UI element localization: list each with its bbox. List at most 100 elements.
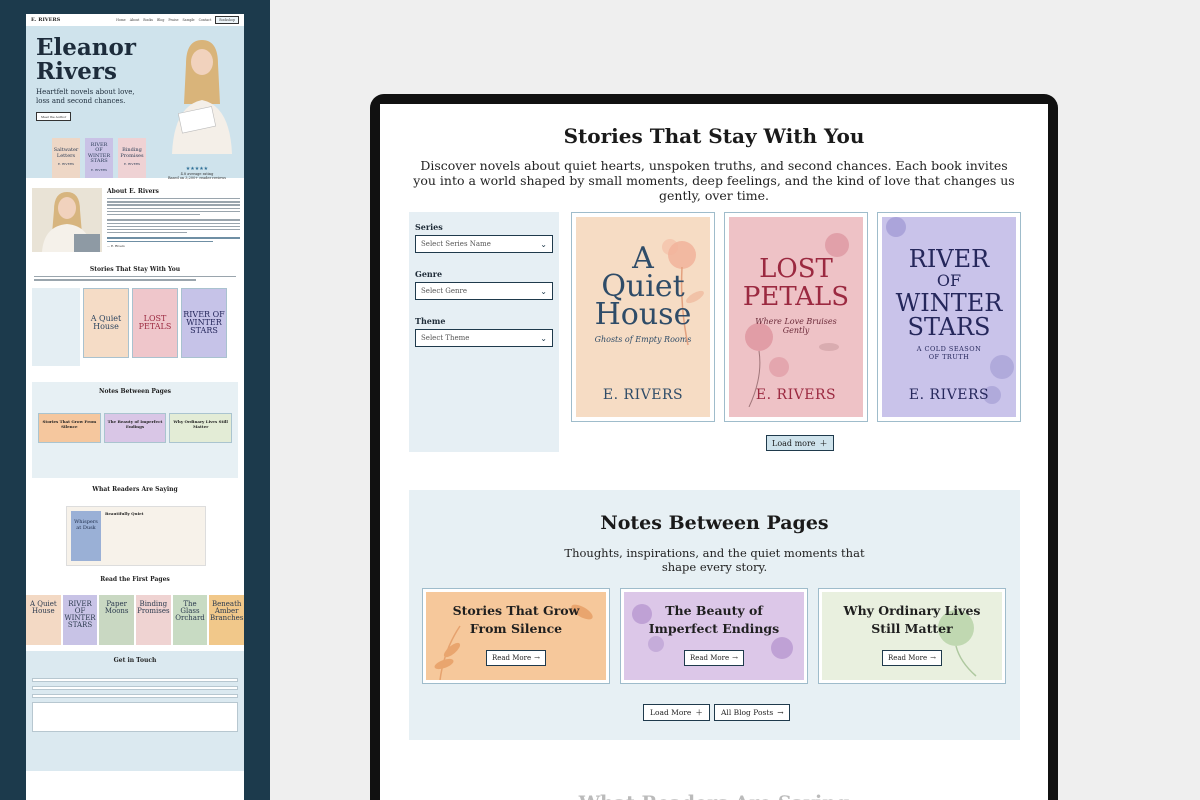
book-title-line: House: [594, 297, 692, 332]
thumb-review-heading: Beautifully Quiet: [105, 510, 144, 516]
all-blog-posts-button[interactable]: All Blog Posts →: [714, 704, 791, 721]
book-title-line: RIVER: [908, 245, 990, 273]
book-card-river-of-winter-stars[interactable]: RIVER OF WINTER STARS A COLD SEASON OF T…: [877, 212, 1021, 422]
thumb-note-card[interactable]: Stories That Grow From Silence: [38, 412, 101, 443]
thumb-book-cover[interactable]: LOST PETALS: [132, 287, 178, 358]
read-more-button[interactable]: Read More →: [683, 650, 745, 666]
theme-select[interactable]: Select Theme ⌄: [415, 329, 553, 347]
thumb-hero-book-author: E. RIVERS: [57, 162, 75, 167]
arrow-right-icon: →: [732, 654, 739, 662]
notes-description: Thoughts, inspirations, and the quiet mo…: [564, 546, 865, 574]
thumb-book-cover[interactable]: A Quiet House: [83, 287, 129, 358]
book-author: E. RIVERS: [908, 387, 990, 403]
book-cover: LOST PETALS Where Love Bruises Gently E.…: [729, 217, 863, 417]
thumb-nav-about[interactable]: About: [130, 18, 140, 22]
thumb-message-field[interactable]: [32, 701, 238, 732]
thumb-nav: E. RIVERS Home About Books Blog Praise S…: [26, 14, 244, 26]
chevron-down-icon: ⌄: [540, 239, 547, 249]
thumb-stories-title: Stories That Stay With You: [89, 266, 181, 273]
thumb-first-pages-title: Read the First Pages: [100, 575, 170, 583]
thumb-contact-title: Get in Touch: [113, 656, 157, 664]
thumb-note-card[interactable]: Why Ordinary Lives Still Matter: [169, 412, 233, 443]
thumb-first-page-book[interactable]: A Quiet House: [26, 594, 61, 645]
thumb-about-paragraph: [107, 198, 240, 243]
thumb-hero-book-title: Binding Promises: [120, 147, 144, 159]
thumb-field[interactable]: [32, 685, 238, 690]
genre-select-value: Select Genre: [421, 287, 468, 295]
thumb-hero-book[interactable]: RIVER OF WINTER STARS E. RIVERS: [85, 138, 113, 178]
book-title: LOST PETALS: [743, 255, 849, 311]
all-blog-posts-label: All Blog Posts: [721, 708, 774, 717]
blog-card-title: Stories That Grow From Silence: [452, 603, 580, 636]
thumb-rating: ★★★★★ 4.8 average rating Based on 3,200+…: [168, 166, 226, 180]
book-title-line: OF: [936, 271, 962, 290]
device-screen: Stories That Stay With You Discover nove…: [380, 104, 1048, 800]
thumb-note-card[interactable]: The Beauty of Imperfect Endings: [103, 412, 167, 443]
thumb-nav-sample[interactable]: Sample: [183, 18, 195, 22]
blog-card-ordinary-lives[interactable]: Why Ordinary Lives Still Matter Read Mor…: [818, 588, 1006, 684]
arrow-right-icon: →: [930, 654, 937, 662]
thumb-bookshop-button[interactable]: Bookshop: [215, 16, 239, 24]
read-more-label: Read More: [491, 654, 532, 662]
thumb-tagline: Heartfelt novels about love, loss and se…: [36, 88, 135, 105]
filter-panel: Series Select Series Name ⌄ Genre Select…: [409, 212, 559, 452]
thumb-stories: A Quiet House LOST PETALS RIVER OF WINTE…: [26, 284, 244, 370]
arrow-right-icon: →: [777, 708, 784, 717]
plus-icon: ＋: [695, 708, 703, 717]
thumb-hero-book-author: E. RIVERS: [90, 167, 108, 172]
thumb-first-page-book[interactable]: RIVER OF WINTER STARS: [62, 594, 98, 645]
thumb-notes-title: Notes Between Pages: [98, 387, 172, 395]
thumb-nav-blog[interactable]: Blog: [157, 18, 164, 22]
book-title-line: PETALS: [742, 282, 850, 312]
thumb-field[interactable]: [32, 693, 238, 698]
read-more-label: Read More: [887, 654, 928, 662]
notes-title: Notes Between Pages: [600, 512, 829, 534]
thumb-rating-sub: Based on 3,200+ reader reviews: [167, 176, 226, 180]
series-select-value: Select Series Name: [421, 240, 491, 248]
thumb-about-text: About E. Rivers — E. Rivers: [107, 188, 240, 252]
book-card-a-quiet-house[interactable]: A Quiet House Ghosts of Empty Rooms E. R…: [571, 212, 715, 422]
read-more-button[interactable]: Read More →: [485, 650, 547, 666]
notes-load-more-button[interactable]: Load More ＋: [643, 704, 710, 721]
thumb-first-page-book[interactable]: Paper Moons: [99, 594, 135, 645]
thumb-hero-book-author: E. RIVERS: [123, 162, 141, 167]
thumb-hero: Eleanor Rivers Heartfelt novels about lo…: [26, 26, 244, 180]
arrow-right-icon: →: [534, 654, 541, 662]
thumb-first-page-book[interactable]: Beneath Amber Branches: [209, 594, 244, 645]
series-select[interactable]: Select Series Name ⌄: [415, 235, 553, 253]
genre-select[interactable]: Select Genre ⌄: [415, 282, 553, 300]
thumb-about-title: About E. Rivers: [107, 188, 159, 195]
author-portrait-image: [172, 40, 232, 154]
book-card-lost-petals[interactable]: LOST PETALS Where Love Bruises Gently E.…: [724, 212, 868, 422]
theme-select-value: Select Theme: [421, 334, 470, 342]
thumb-reviews-title: What Readers Are Saying: [92, 485, 178, 493]
thumb-nav-home[interactable]: Home: [116, 18, 126, 22]
blog-card-stories-silence[interactable]: Stories That Grow From Silence Read More…: [422, 588, 610, 684]
load-more-button[interactable]: Load more ＋: [766, 435, 834, 451]
book-title: A Quiet House: [594, 244, 692, 332]
blog-card-imperfect-endings[interactable]: The Beauty of Imperfect Endings Read Mor…: [620, 588, 808, 684]
thumb-hero-book[interactable]: Saltwater Letters E. RIVERS: [52, 138, 80, 178]
thumb-review-text: Beautifully Quiet: [105, 511, 143, 561]
thumb-review-card: Whispers at Dusk Beautifully Quiet: [66, 505, 206, 566]
thumb-field[interactable]: [32, 677, 238, 682]
next-section-title: What Readers Are Saying: [380, 792, 1048, 800]
thumb-hero-books: Saltwater Letters E. RIVERS RIVER OF WINT…: [52, 138, 146, 178]
blog-card-image: Why Ordinary Lives Still Matter Read Mor…: [822, 592, 1002, 680]
thumb-hero-button[interactable]: Meet the Author: [36, 112, 72, 121]
thumb-first-page-book[interactable]: The Glass Orchard: [172, 594, 208, 645]
read-more-button[interactable]: Read More →: [881, 650, 943, 666]
thumb-book-cover[interactable]: RIVER OF WINTER STARS: [181, 287, 227, 358]
theme-label: Theme: [415, 316, 446, 326]
thumb-hero-book[interactable]: Binding Promises E. RIVERS: [118, 138, 146, 178]
thumb-first-page-book[interactable]: Binding Promises: [136, 594, 171, 645]
notes-section: Notes Between Pages Thoughts, inspiratio…: [409, 490, 1020, 740]
thumb-nav-praise[interactable]: Praise: [168, 18, 178, 22]
thumb-nav-books[interactable]: Books: [143, 18, 153, 22]
thumb-nav-contact[interactable]: Contact: [199, 18, 212, 22]
blog-card-image: The Beauty of Imperfect Endings Read Mor…: [624, 592, 804, 680]
book-subtitle: A COLD SEASON OF TRUTH: [916, 345, 982, 361]
thumb-notes-cards: Stories That Grow From Silence The Beaut…: [38, 412, 233, 443]
chevron-down-icon: ⌄: [540, 286, 547, 296]
load-more-label: Load more: [772, 438, 816, 448]
